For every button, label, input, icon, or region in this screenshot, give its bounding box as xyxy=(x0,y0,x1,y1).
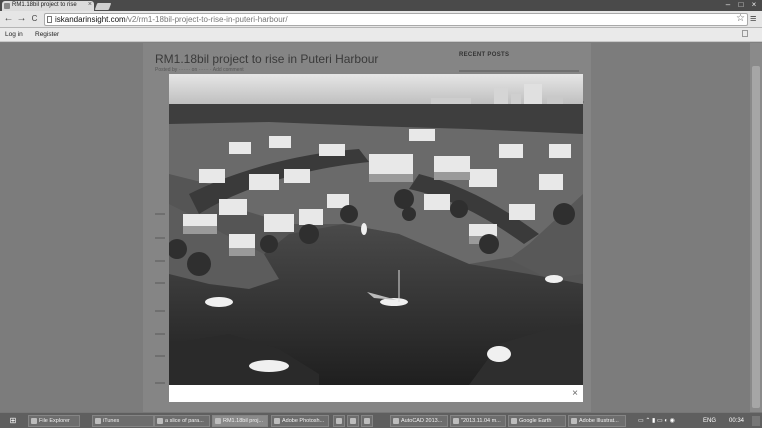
taskbar-item-file-explorer[interactable]: File Explorer xyxy=(28,415,80,427)
admin-bar-icon xyxy=(742,30,748,37)
taskbar-item-app[interactable] xyxy=(333,415,345,427)
taskbar-item-app[interactable] xyxy=(347,415,359,427)
tab-strip: RM1.18bil project to rise × – □ × xyxy=(0,0,762,11)
taskbar-item-label: File Explorer xyxy=(39,418,70,424)
autocad-icon xyxy=(393,418,399,424)
sidebar-link-line[interactable] xyxy=(459,70,579,72)
taskbar-item-photoshop[interactable]: Adobe Photosh... xyxy=(271,415,329,427)
browser-menu-icon[interactable]: ≡ xyxy=(750,13,759,25)
reload-button[interactable]: C xyxy=(29,13,40,25)
language-indicator[interactable]: ENG xyxy=(703,416,716,426)
body-text-line xyxy=(155,260,165,262)
recent-posts-heading: RECENT POSTS xyxy=(459,52,510,58)
body-text-line xyxy=(155,382,165,384)
app-icon xyxy=(336,418,342,424)
post-meta: Posted by ······· on ······ · Add commen… xyxy=(155,67,244,73)
taskbar-item-label: Google Earth xyxy=(519,418,552,424)
globe-icon xyxy=(511,418,517,424)
start-button[interactable]: ⊞ xyxy=(2,415,24,427)
os-taskbar: ⊞ File Explorer iTunes a slice of para..… xyxy=(0,412,762,428)
body-text-line xyxy=(155,310,165,312)
body-text-line xyxy=(155,333,165,335)
body-text-line xyxy=(155,237,165,239)
browser-toolbar: ← → C iskandarinsight.com/v2/rm1-18bil-p… xyxy=(0,11,762,28)
forward-button[interactable]: → xyxy=(16,13,27,25)
music-icon xyxy=(95,418,101,424)
taskbar-item-browser-1[interactable]: a slice of para... xyxy=(154,415,210,427)
register-link[interactable]: Register xyxy=(35,31,59,38)
taskbar-item-label: iTunes xyxy=(103,418,120,424)
taskbar-item-google-earth[interactable]: Google Earth xyxy=(508,415,566,427)
lightbox-image xyxy=(169,74,583,385)
document-icon xyxy=(453,418,459,424)
url-host: iskandarinsight.com xyxy=(55,15,126,24)
bookmark-star-icon[interactable]: ☆ xyxy=(736,14,745,24)
body-text-line xyxy=(155,282,165,284)
taskbar-item-label: a slice of para... xyxy=(165,418,204,424)
browser-icon xyxy=(157,418,163,424)
maximize-button[interactable]: □ xyxy=(735,0,747,10)
folder-icon xyxy=(31,418,37,424)
back-button[interactable]: ← xyxy=(3,13,14,25)
post-title: RM1.18bil project to rise in Puteri Harb… xyxy=(155,52,379,66)
photoshop-icon xyxy=(274,418,280,424)
taskbar-item-document[interactable]: "2013.11.04 m... xyxy=(450,415,506,427)
browser-tab[interactable]: RM1.18bil project to rise × xyxy=(2,1,94,11)
tray-icons[interactable]: ▭ ⌃ ▮ ▭ ◐ ◉ xyxy=(638,416,675,426)
url-path: /v2/rm1-18bil-project-to-rise-in-puteri-… xyxy=(125,15,288,24)
harbour-render-image xyxy=(169,74,583,385)
show-desktop-button[interactable] xyxy=(752,416,760,426)
app-icon xyxy=(350,418,356,424)
browser-icon xyxy=(215,418,221,424)
minimize-button[interactable]: – xyxy=(722,0,734,10)
taskbar-item-app[interactable] xyxy=(361,415,373,427)
taskbar-item-itunes[interactable]: iTunes xyxy=(92,415,154,427)
favicon-icon xyxy=(4,3,10,9)
address-bar[interactable]: iskandarinsight.com/v2/rm1-18bil-project… xyxy=(44,13,748,26)
illustrator-icon xyxy=(571,418,577,424)
tab-close-icon[interactable]: × xyxy=(88,1,92,8)
tab-title: RM1.18bil project to rise xyxy=(12,2,77,8)
taskbar-item-label: AutoCAD 2013... xyxy=(401,418,443,424)
lightbox-close-button[interactable]: × xyxy=(570,389,580,399)
screen: RM1.18bil project to rise × – □ × ← → C … xyxy=(0,0,762,428)
taskbar-item-illustrator[interactable]: Adobe Illustrat... xyxy=(568,415,626,427)
taskbar-item-label: "2013.11.04 m... xyxy=(461,418,501,424)
app-icon xyxy=(364,418,370,424)
new-tab-button[interactable] xyxy=(94,3,112,10)
body-text-line xyxy=(155,355,165,357)
taskbar-item-browser-2[interactable]: RM1.18bil proj... xyxy=(212,415,268,427)
site-admin-bar: Log in Register xyxy=(0,28,762,42)
taskbar-item-label: Adobe Illustrat... xyxy=(579,418,619,424)
lightbox-dialog xyxy=(169,74,583,402)
body-text-line xyxy=(155,213,165,215)
page-icon xyxy=(47,16,52,23)
clock[interactable]: 00:34 xyxy=(729,416,744,426)
taskbar-item-label: Adobe Photosh... xyxy=(282,418,325,424)
login-link[interactable]: Log in xyxy=(5,31,23,38)
taskbar-item-label: RM1.18bil proj... xyxy=(223,418,264,424)
page-scrollbar-thumb[interactable] xyxy=(752,66,760,408)
close-window-button[interactable]: × xyxy=(748,0,760,10)
taskbar-item-autocad[interactable]: AutoCAD 2013... xyxy=(390,415,448,427)
